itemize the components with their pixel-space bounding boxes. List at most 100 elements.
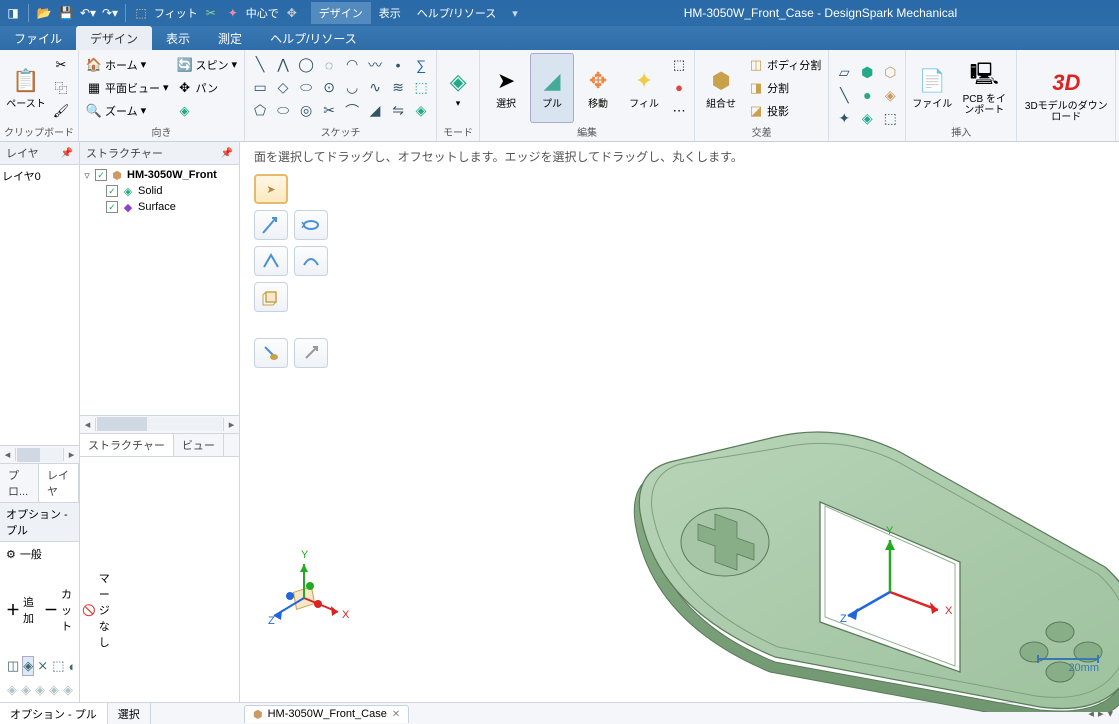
tool-ruled[interactable]	[254, 338, 288, 368]
dim-icon[interactable]: ⬚	[410, 77, 432, 99]
rect-icon[interactable]: ▭	[249, 77, 271, 99]
menu-measure[interactable]: 測定	[204, 26, 256, 50]
point-icon[interactable]: •	[387, 54, 409, 76]
file-insert-button[interactable]: 📄ファイル	[910, 53, 954, 123]
circle3-icon[interactable]: ◌	[318, 54, 340, 76]
ins-origin-icon[interactable]: ✦	[833, 107, 855, 129]
menu-view[interactable]: 表示	[152, 26, 204, 50]
arc-icon[interactable]: ◠	[341, 54, 363, 76]
pan-button[interactable]: ✥パン	[174, 77, 241, 99]
ins-assy-icon[interactable]: ⬡	[879, 61, 901, 83]
qat-fit-label[interactable]: フィット	[154, 5, 198, 21]
optico-1[interactable]: ◫	[6, 656, 20, 676]
fill-button[interactable]: ✦フィル	[622, 53, 666, 123]
pin-icon[interactable]: 📌	[61, 148, 73, 159]
optico-2[interactable]: ◈	[22, 656, 34, 676]
mirror-icon[interactable]: ⇋	[387, 100, 409, 122]
checkbox-icon[interactable]: ✓	[95, 169, 107, 181]
formula-icon[interactable]: ∑	[410, 54, 432, 76]
tool-select[interactable]: ➤	[254, 174, 288, 204]
nav-triad[interactable]: X Y Z	[266, 546, 356, 636]
menu-design[interactable]: デザイン	[76, 26, 152, 50]
home-view-button[interactable]: 🏠ホーム ▾	[83, 54, 172, 76]
layer-hscroll[interactable]: ◂▸	[0, 445, 79, 463]
optico-3[interactable]: ⨯	[36, 656, 49, 676]
project-button[interactable]: ◪投影	[745, 100, 824, 122]
spin-button[interactable]: 🔄スピン ▾	[174, 54, 241, 76]
download-3d-button[interactable]: 3D3Dモデルのダウンロード	[1021, 60, 1111, 130]
construction-icon[interactable]: ◈	[410, 100, 432, 122]
collapse-icon[interactable]: ▿	[82, 169, 92, 182]
qat-tab-view[interactable]: 表示	[371, 2, 409, 24]
tool-scale[interactable]	[294, 246, 328, 276]
poly-icon[interactable]: ⬠	[249, 100, 271, 122]
save-icon[interactable]: 💾	[57, 4, 75, 22]
opt-cut[interactable]: －カット	[44, 586, 72, 634]
copy-button[interactable]: ⿻	[50, 77, 72, 99]
tab-layers[interactable]: レイヤ	[39, 464, 79, 502]
ins-axis-icon[interactable]: ╲	[833, 84, 855, 106]
format-button[interactable]: 🖌	[50, 100, 72, 122]
tool-full[interactable]	[294, 338, 328, 368]
pin-icon[interactable]: 📌	[221, 148, 233, 159]
fillet-icon[interactable]: ⌒	[341, 100, 363, 122]
btab-options[interactable]: オプション - プル	[0, 703, 108, 724]
tool-draft[interactable]	[254, 246, 288, 276]
line-icon[interactable]: ╲	[249, 54, 271, 76]
select-button[interactable]: ➤選択	[484, 53, 528, 123]
structure-hscroll[interactable]: ◂▸	[80, 415, 239, 433]
rect3-icon[interactable]: ◇	[272, 77, 294, 99]
pull-button[interactable]: ◢プル	[530, 53, 574, 123]
ins-cyl-icon[interactable]: ⬢	[856, 61, 878, 83]
checkbox-icon[interactable]: ✓	[106, 185, 118, 197]
optico-5[interactable]: ◐	[68, 656, 78, 676]
viewport[interactable]: 面を選択してドラッグし、オフセットします。エッジを選択してドラッグし、丸くします…	[240, 142, 1119, 702]
paste-button[interactable]: 📋 ペースト	[4, 53, 48, 123]
cut-button[interactable]: ✂	[50, 54, 72, 76]
spline-icon[interactable]: 〰	[364, 54, 386, 76]
arc3-icon[interactable]: ◡	[341, 77, 363, 99]
tree-surface[interactable]: ✓ ◆ Surface	[82, 199, 237, 215]
menu-help[interactable]: ヘルプ/リソース	[256, 26, 371, 50]
plan-view-button[interactable]: ▦平面ビュー ▾	[83, 77, 172, 99]
trim-icon[interactable]: ✂	[202, 4, 220, 22]
tree-solid[interactable]: ✓ ◈ Solid	[82, 183, 237, 199]
open-icon[interactable]: 📂	[35, 4, 53, 22]
edit-extra2[interactable]: ●	[668, 77, 690, 99]
btab-select[interactable]: 選択	[108, 703, 151, 724]
undo-icon[interactable]: ↶▾	[79, 4, 97, 22]
tool-sweep[interactable]	[294, 210, 328, 240]
tangent-icon[interactable]: ⊙	[318, 77, 340, 99]
tool-revolve[interactable]	[254, 210, 288, 240]
combine-button[interactable]: ⬢組合せ	[699, 53, 743, 123]
pcb-import-button[interactable]: 🖳PCB をインポート	[956, 53, 1012, 123]
curve-icon[interactable]: ∿	[364, 77, 386, 99]
menu-file[interactable]: ファイル	[0, 26, 76, 50]
ins-cube-icon[interactable]: ◈	[856, 107, 878, 129]
tab-views[interactable]: ビュー	[174, 434, 224, 456]
ins-comp-icon[interactable]: ⬚	[879, 107, 901, 129]
opt-add[interactable]: ＋追加	[6, 594, 34, 626]
tab-structure[interactable]: ストラクチャー	[80, 434, 174, 456]
orient-more-button[interactable]: ◈	[174, 100, 241, 122]
qat-dropdown-icon[interactable]: ▾	[512, 7, 518, 20]
tab-properties[interactable]: プロ...	[0, 464, 39, 502]
layer-item[interactable]: レイヤ0	[2, 167, 77, 185]
checkbox-icon[interactable]: ✓	[106, 201, 118, 213]
text-icon[interactable]: ≋	[387, 77, 409, 99]
offset-icon[interactable]: ◎	[295, 100, 317, 122]
ins-sphere-icon[interactable]: ●	[856, 84, 878, 106]
mode-button[interactable]: ◈ ▾	[441, 53, 475, 123]
redo-icon[interactable]: ↷▾	[101, 4, 119, 22]
qat-center-label[interactable]: 中心で	[246, 5, 279, 21]
tool-upto[interactable]	[254, 282, 288, 312]
bodysplit-button[interactable]: ◫ボディ分割	[745, 54, 824, 76]
move-qat-icon[interactable]: ✥	[283, 4, 301, 22]
ins-plane-icon[interactable]: ▱	[833, 61, 855, 83]
qat-tab-design[interactable]: デザイン	[311, 2, 371, 24]
optico-4[interactable]: ⬚	[51, 656, 65, 676]
document-tab[interactable]: ⬢ HM-3050W_Front_Case ✕	[244, 705, 409, 723]
edit-extra3[interactable]: ⋯	[668, 100, 690, 122]
options-general-row[interactable]: ⚙一般	[0, 542, 79, 566]
slot-icon[interactable]: ⬭	[272, 100, 294, 122]
